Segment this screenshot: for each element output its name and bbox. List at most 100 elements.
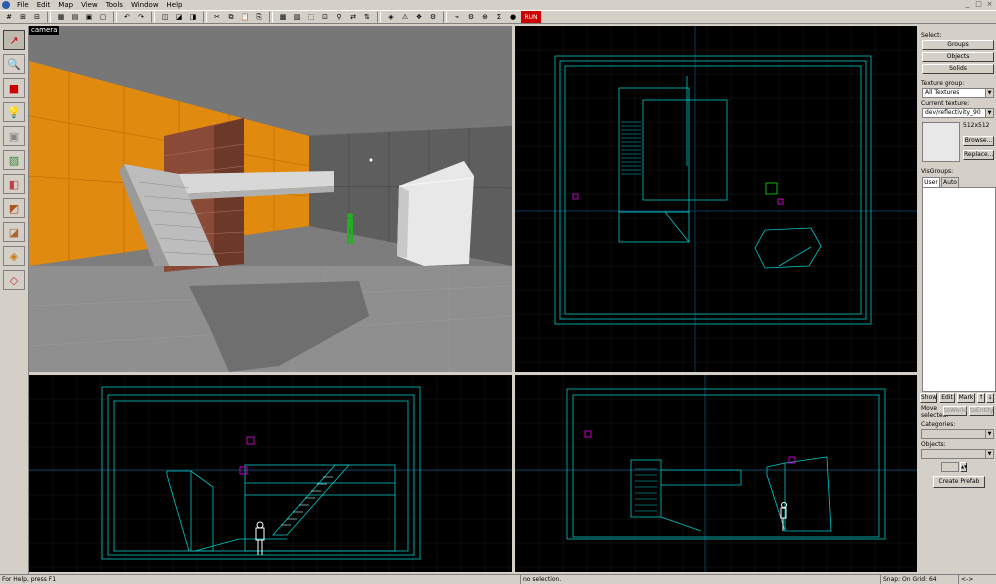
front-viewport[interactable] bbox=[29, 375, 512, 572]
solids-button[interactable]: Solids bbox=[922, 64, 994, 74]
object-properties-panel: Select: Groups Objects Solids Texture gr… bbox=[919, 26, 996, 574]
grid-larger-icon[interactable]: ⊟ bbox=[31, 11, 43, 23]
globe-icon[interactable]: ● bbox=[507, 11, 519, 23]
top-view-wireframe bbox=[515, 26, 917, 372]
vertex-tool-icon[interactable]: ◇ bbox=[3, 270, 25, 290]
check-problems-icon[interactable]: ⚠ bbox=[399, 11, 411, 23]
tab-auto[interactable]: Auto bbox=[941, 177, 959, 187]
move-up-button[interactable]: ↑ bbox=[977, 393, 985, 403]
compile-icon[interactable]: Σ bbox=[493, 11, 505, 23]
player-start-marker bbox=[765, 182, 778, 195]
show-button[interactable]: Show bbox=[920, 393, 937, 403]
menu-bar: File Edit Map View Tools Window Help _ □… bbox=[0, 0, 996, 10]
face-stepper[interactable] bbox=[941, 462, 959, 472]
menu-help[interactable]: Help bbox=[163, 0, 187, 10]
to-entity-button[interactable]: toEntity bbox=[969, 406, 994, 416]
texture-lock-icon[interactable]: ▩ bbox=[277, 11, 289, 23]
ungroup-icon[interactable]: ▢ bbox=[97, 11, 109, 23]
smooth-icon[interactable]: ⌁ bbox=[451, 11, 463, 23]
grid-smaller-icon[interactable]: ⊞ bbox=[17, 11, 29, 23]
top-viewport[interactable] bbox=[515, 26, 917, 372]
paste-special-icon[interactable]: ⎘ bbox=[253, 11, 265, 23]
objects-label: Objects: bbox=[921, 441, 946, 448]
to-world-button[interactable]: toWorld bbox=[943, 406, 967, 416]
objects-button[interactable]: Objects bbox=[922, 52, 994, 62]
chevron-down-icon: ▼ bbox=[985, 89, 993, 97]
menu-file[interactable]: File bbox=[13, 0, 33, 10]
hollow-icon[interactable]: ▤ bbox=[69, 11, 81, 23]
magnify-tool-icon[interactable]: 🔍 bbox=[3, 54, 25, 74]
chevron-down-icon: ▼ bbox=[985, 109, 993, 117]
groups-button[interactable]: Groups bbox=[922, 40, 994, 50]
gear-icon[interactable]: ⚙ bbox=[465, 11, 477, 23]
current-texture-select[interactable]: dev/reflectivity_90 ▼ bbox=[922, 108, 994, 118]
show-all-icon[interactable]: ◨ bbox=[187, 11, 199, 23]
categories-label: Categories: bbox=[921, 421, 956, 428]
apply-decal-icon[interactable]: ◩ bbox=[3, 198, 25, 218]
replace-button[interactable]: Replace... bbox=[963, 150, 994, 160]
toolbar-separator bbox=[269, 11, 273, 23]
texture-group-select[interactable]: All Textures ▼ bbox=[922, 88, 994, 98]
toolbar-separator bbox=[47, 11, 51, 23]
side-viewport[interactable] bbox=[515, 375, 917, 572]
paste-icon[interactable]: 📋 bbox=[239, 11, 251, 23]
options-icon[interactable]: ⚙ bbox=[427, 11, 439, 23]
cordon-icon[interactable]: ⊕ bbox=[479, 11, 491, 23]
overlay-tool-icon[interactable]: ◈ bbox=[3, 246, 25, 266]
create-prefab-button[interactable]: Create Prefab bbox=[933, 476, 985, 488]
run-map-button[interactable]: RUN bbox=[521, 11, 541, 23]
move-down-button[interactable]: ↓ bbox=[986, 393, 994, 403]
visgroups-list[interactable] bbox=[922, 187, 996, 392]
carve-icon[interactable]: ▦ bbox=[55, 11, 67, 23]
entity-marker bbox=[584, 430, 592, 438]
group-icon[interactable]: ▣ bbox=[83, 11, 95, 23]
menu-window[interactable]: Window bbox=[127, 0, 163, 10]
toolbar-separator bbox=[113, 11, 117, 23]
camera-viewport[interactable]: camera bbox=[29, 26, 512, 372]
select-box-icon[interactable]: ⬚ bbox=[305, 11, 317, 23]
copy-icon[interactable]: ⧉ bbox=[225, 11, 237, 23]
objects-select[interactable]: ▼ bbox=[921, 449, 994, 459]
flip-vertical-icon[interactable]: ⇅ bbox=[361, 11, 373, 23]
toggle-helpers-icon[interactable]: ⚲ bbox=[333, 11, 345, 23]
close-button[interactable]: × bbox=[985, 0, 994, 8]
hide-unselected-icon[interactable]: ◪ bbox=[173, 11, 185, 23]
camera-tool-icon[interactable]: ■ bbox=[3, 78, 25, 98]
flip-horizontal-icon[interactable]: ⇄ bbox=[347, 11, 359, 23]
stepper-arrows[interactable]: ▲▼ bbox=[960, 462, 967, 472]
texture-scale-lock-icon[interactable]: ▧ bbox=[291, 11, 303, 23]
browse-button[interactable]: Browse... bbox=[963, 136, 994, 146]
menu-tools[interactable]: Tools bbox=[102, 0, 127, 10]
texture-preview bbox=[922, 122, 960, 162]
select-label: Select: bbox=[921, 32, 942, 39]
map-properties-icon[interactable]: ❖ bbox=[413, 11, 425, 23]
entity-report-icon[interactable]: ◈ bbox=[385, 11, 397, 23]
restore-button[interactable]: □ bbox=[974, 0, 983, 8]
camera-label: camera bbox=[29, 26, 60, 35]
texture-group-value: All Textures bbox=[925, 89, 960, 96]
texture-application-icon[interactable]: ▨ bbox=[3, 150, 25, 170]
chevron-down-icon: ▼ bbox=[985, 430, 993, 438]
menu-view[interactable]: View bbox=[77, 0, 102, 10]
clipping-tool-icon[interactable]: ◪ bbox=[3, 222, 25, 242]
entity-tool-icon[interactable]: 💡 bbox=[3, 102, 25, 122]
block-tool-icon[interactable]: ▣ bbox=[3, 126, 25, 146]
menu-edit[interactable]: Edit bbox=[33, 0, 55, 10]
undo-icon[interactable]: ↶ bbox=[121, 11, 133, 23]
texture-group-label: Texture group: bbox=[921, 80, 965, 87]
current-texture-label: Current texture: bbox=[921, 100, 970, 107]
apply-texture-icon[interactable]: ◧ bbox=[3, 174, 25, 194]
cut-icon[interactable]: ✂ bbox=[211, 11, 223, 23]
grid-toggle-icon[interactable]: # bbox=[3, 11, 15, 23]
hide-selected-icon[interactable]: ◫ bbox=[159, 11, 171, 23]
minimize-button[interactable]: _ bbox=[963, 0, 972, 8]
menu-map[interactable]: Map bbox=[54, 0, 77, 10]
selection-tool-icon[interactable]: ↗ bbox=[3, 30, 25, 50]
mark-button[interactable]: Mark bbox=[957, 393, 975, 403]
select-by-handles-icon[interactable]: ⊡ bbox=[319, 11, 331, 23]
edit-button[interactable]: Edit bbox=[939, 393, 955, 403]
redo-icon[interactable]: ↷ bbox=[135, 11, 147, 23]
texture-size: 512x512 bbox=[963, 122, 990, 129]
categories-select[interactable]: ▼ bbox=[921, 429, 994, 439]
tab-user[interactable]: User bbox=[922, 177, 940, 187]
